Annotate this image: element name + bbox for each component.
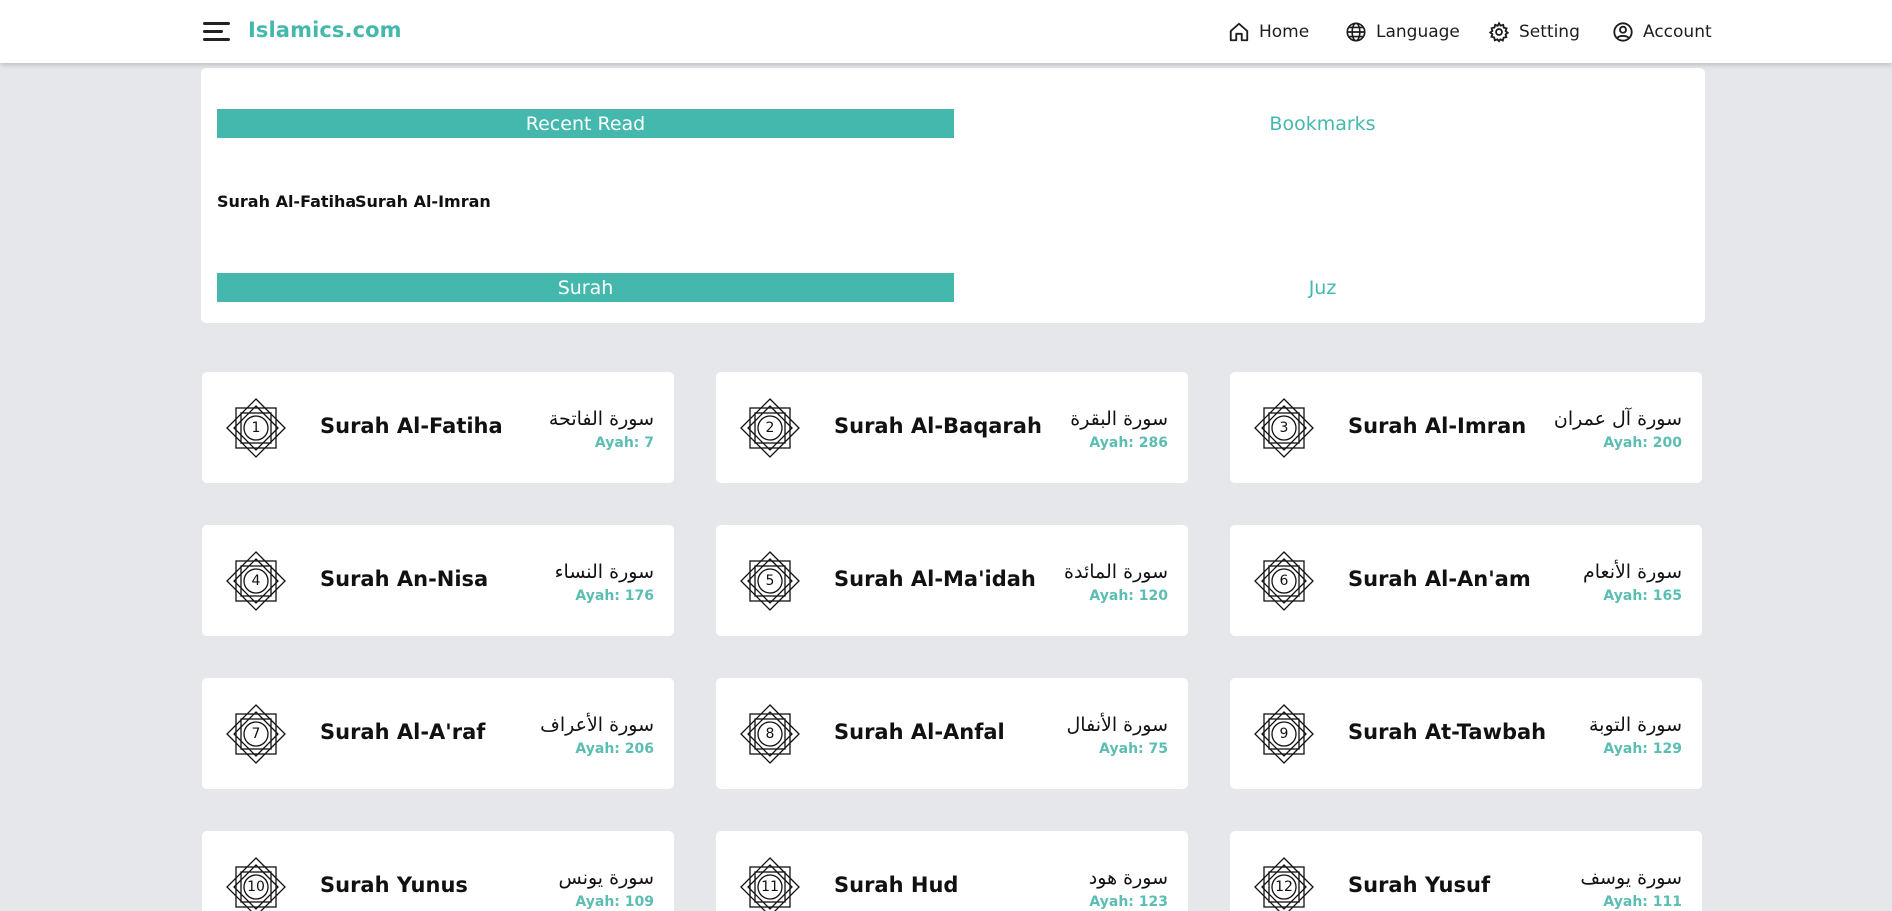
nav-home-label: Home [1259,22,1310,42]
surah-ayah-count: Ayah: 286 [1089,435,1168,451]
surah-ayah-count: Ayah: 120 [1089,588,1168,604]
octagram-number-badge-icon: 2 [736,394,804,462]
surah-arabic-name: سورة يوسف [1580,867,1682,889]
reading-panel: Recent Read Bookmarks Surah Al-Fatiha Su… [201,68,1705,323]
surah-arabic-name: سورة النساء [554,561,654,583]
surah-arabic-name: سورة المائدة [1064,561,1168,583]
surah-card[interactable]: 6 Surah Al-An'am سورة الأنعام Ayah: 165 [1230,525,1702,636]
top-navbar: Islamics.com Home Language Setting Accou… [0,0,1892,63]
surah-name: Surah Al-Imran [1348,414,1527,438]
nav-home[interactable]: Home [1228,20,1309,44]
surah-ayah-count: Ayah: 200 [1603,435,1682,451]
tab-recent-read[interactable]: Recent Read [217,109,954,138]
hamburger-menu-icon[interactable] [203,20,231,44]
surah-arabic-name: سورة يونس [558,867,654,889]
tab-bookmarks[interactable]: Bookmarks [954,109,1691,138]
globe-icon [1346,22,1366,42]
surah-arabic-name: سورة الأنعام [1582,561,1682,583]
user-circle-icon [1613,22,1633,42]
surah-arabic-name: سورة آل عمران [1553,408,1682,430]
surah-ayah-count: Ayah: 111 [1603,894,1682,910]
surah-number: 7 [251,726,261,742]
octagram-number-badge-icon: 1 [222,394,290,462]
surah-card[interactable]: 12 Surah Yusuf سورة يوسف Ayah: 111 [1230,831,1702,911]
surah-arabic-name: سورة الأعراف [540,714,654,736]
surah-card[interactable]: 1 Surah Al-Fatiha سورة الفاتحة Ayah: 7 [202,372,674,483]
tab-juz[interactable]: Juz [954,273,1691,302]
octagram-number-badge-icon: 9 [1250,700,1318,768]
surah-ayah-count: Ayah: 206 [575,741,654,757]
surah-name: Surah Al-Ma'idah [834,567,1036,591]
surah-number: 4 [251,573,261,589]
surah-name: Surah Yusuf [1348,873,1491,897]
nav-language-label: Language [1376,22,1460,42]
surah-number: 3 [1279,420,1289,436]
surah-number: 10 [247,879,265,895]
nav-account-label: Account [1643,22,1712,42]
surah-card[interactable]: 10 Surah Yunus سورة يونس Ayah: 109 [202,831,674,911]
surah-card[interactable]: 5 Surah Al-Ma'idah سورة المائدة Ayah: 120 [716,525,1188,636]
octagram-number-badge-icon: 11 [736,853,804,911]
surah-number: 6 [1279,573,1289,589]
surah-ayah-count: Ayah: 109 [575,894,654,910]
surah-number: 2 [765,420,775,436]
surah-arabic-name: سورة الفاتحة [548,408,654,430]
surah-ayah-count: Ayah: 7 [594,435,654,451]
tab-surah[interactable]: Surah [217,273,954,302]
surah-name: Surah Al-A'raf [320,720,486,744]
surah-number: 9 [1279,726,1289,742]
nav-setting-label: Setting [1519,22,1580,42]
octagram-number-badge-icon: 12 [1250,853,1318,911]
octagram-number-badge-icon: 5 [736,547,804,615]
recent-item[interactable]: Surah Al-Imran [355,192,491,211]
surah-ayah-count: Ayah: 129 [1603,741,1682,757]
surah-card[interactable]: 9 Surah At-Tawbah سورة التوبة Ayah: 129 [1230,678,1702,789]
nav-setting[interactable]: Setting [1488,20,1580,44]
surah-number: 11 [761,879,779,895]
surah-card[interactable]: 3 Surah Al-Imran سورة آل عمران Ayah: 200 [1230,372,1702,483]
surah-name: Surah Al-Fatiha [320,414,503,438]
surah-name: Surah Al-An'am [1348,567,1531,591]
surah-ayah-count: Ayah: 165 [1603,588,1682,604]
recent-item[interactable]: Surah Al-Fatiha [217,192,356,211]
surah-name: Surah Al-Anfal [834,720,1005,744]
octagram-number-badge-icon: 4 [222,547,290,615]
octagram-number-badge-icon: 10 [222,853,290,911]
gear-icon [1488,21,1510,43]
surah-arabic-name: سورة هود [1088,867,1168,889]
surah-number: 12 [1275,879,1293,895]
octagram-number-badge-icon: 6 [1250,547,1318,615]
site-logo[interactable]: Islamics.com [248,18,402,42]
surah-ayah-count: Ayah: 75 [1099,741,1168,757]
surah-name: Surah An-Nisa [320,567,489,591]
surah-arabic-name: سورة البقرة [1070,408,1168,430]
octagram-number-badge-icon: 8 [736,700,804,768]
octagram-number-badge-icon: 3 [1250,394,1318,462]
octagram-number-badge-icon: 7 [222,700,290,768]
surah-name: Surah Yunus [320,873,468,897]
surah-number: 8 [765,726,775,742]
nav-language[interactable]: Language [1345,20,1460,44]
surah-card[interactable]: 2 Surah Al-Baqarah سورة البقرة Ayah: 286 [716,372,1188,483]
surah-card[interactable]: 7 Surah Al-A'raf سورة الأعراف Ayah: 206 [202,678,674,789]
surah-arabic-name: سورة التوبة [1589,714,1682,736]
surah-card[interactable]: 8 Surah Al-Anfal سورة الأنفال Ayah: 75 [716,678,1188,789]
surah-number: 1 [251,420,261,436]
surah-name: Surah Al-Baqarah [834,414,1042,438]
surah-name: Surah At-Tawbah [1348,720,1547,744]
surah-ayah-count: Ayah: 123 [1089,894,1168,910]
surah-ayah-count: Ayah: 176 [575,588,654,604]
surah-card[interactable]: 11 Surah Hud سورة هود Ayah: 123 [716,831,1188,911]
nav-account[interactable]: Account [1612,20,1712,44]
surah-card[interactable]: 4 Surah An-Nisa سورة النساء Ayah: 176 [202,525,674,636]
surah-name: Surah Hud [834,873,959,897]
home-icon [1229,22,1249,42]
surah-arabic-name: سورة الأنفال [1066,714,1168,736]
surah-number: 5 [765,573,775,589]
